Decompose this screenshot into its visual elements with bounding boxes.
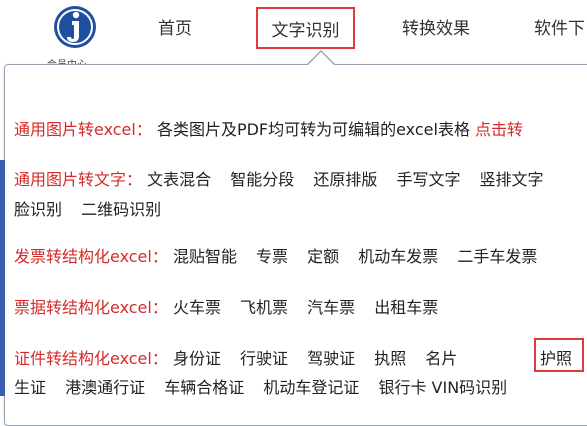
menu-row-certificate-cont: 生证 港澳通行证 车辆合格证 机动车登记证 银行卡 VIN码识别 xyxy=(14,374,521,398)
nav-software-download[interactable]: 软件下 xyxy=(534,14,585,39)
menu-link[interactable]: 二维码识别 xyxy=(81,200,161,219)
menu-link[interactable]: 还原排版 xyxy=(313,170,377,189)
menu-link[interactable]: 生证 xyxy=(14,378,46,397)
nav-conversion-results[interactable]: 转换效果 xyxy=(402,14,470,39)
menu-link[interactable]: 定额 xyxy=(307,247,339,266)
menu-link[interactable]: 身份证 xyxy=(173,349,221,368)
top-navigation-bar: 会员中心 首页 文字识别 转换效果 软件下 xyxy=(0,0,587,71)
menu-row-ticket-to-excel: 票据转结构化excel： 火车票 飞机票 汽车票 出租车票 xyxy=(14,294,452,318)
click-link[interactable]: 点击转 xyxy=(475,120,523,139)
menu-row-image-to-excel: 通用图片转excel： 各类图片及PDF均可转为可编辑的excel表格 点击转 xyxy=(14,116,523,140)
background-strip xyxy=(0,160,5,396)
menu-link[interactable]: 行驶证 xyxy=(240,349,288,368)
row-title[interactable]: 通用图片转excel： xyxy=(14,120,152,139)
row-title[interactable]: 通用图片转文字： xyxy=(14,170,142,189)
menu-link[interactable]: 名片 xyxy=(425,349,457,368)
menu-link[interactable]: 汽车票 xyxy=(307,298,355,317)
menu-row-certificate-to-excel: 证件转结构化excel： 身份证 行驶证 驾驶证 执照 名片 xyxy=(14,345,471,369)
menu-link[interactable]: 混贴智能 xyxy=(173,247,237,266)
nav-ocr-active[interactable]: 文字识别 xyxy=(256,7,355,49)
menu-link[interactable]: 港澳通行证 xyxy=(65,378,145,397)
nav-home[interactable]: 首页 xyxy=(158,14,192,39)
menu-link[interactable]: 银行卡 VIN码识别 xyxy=(378,378,507,397)
menu-link[interactable]: 驾驶证 xyxy=(307,349,355,368)
menu-link[interactable]: 执照 xyxy=(374,349,406,368)
menu-link[interactable]: 专票 xyxy=(256,247,288,266)
menu-link[interactable]: 车辆合格证 xyxy=(164,378,244,397)
nav-ocr-label: 文字识别 xyxy=(271,21,340,41)
menu-link[interactable]: 智能分段 xyxy=(230,170,294,189)
row-title[interactable]: 票据转结构化excel： xyxy=(14,298,168,317)
menu-link[interactable]: 飞机票 xyxy=(240,298,288,317)
menu-link[interactable]: 手写文字 xyxy=(396,170,460,189)
menu-link[interactable]: 出租车票 xyxy=(374,298,438,317)
row-title[interactable]: 发票转结构化excel： xyxy=(14,247,168,266)
menu-row-image-to-text-cont: 脸识别 二维码识别 xyxy=(14,196,175,220)
menu-link[interactable]: 火车票 xyxy=(173,298,221,317)
row-description: 各类图片及PDF均可转为可编辑的excel表格 xyxy=(156,120,470,139)
menu-link[interactable]: 机动车发票 xyxy=(358,247,438,266)
menu-row-image-to-text: 通用图片转文字： 文表混合 智能分段 还原排版 手写文字 竖排文字 xyxy=(14,166,558,190)
menu-link[interactable]: 机动车登记证 xyxy=(263,378,359,397)
row-title[interactable]: 证件转结构化excel： xyxy=(14,349,168,368)
passport-highlight-box xyxy=(534,338,584,372)
menu-row-invoice-to-excel: 发票转结构化excel： 混贴智能 专票 定额 机动车发票 二手车发票 xyxy=(14,243,551,267)
menu-link[interactable]: 二手车发票 xyxy=(457,247,537,266)
menu-link[interactable]: 文表混合 xyxy=(147,170,211,189)
menu-link[interactable]: 脸识别 xyxy=(14,200,62,219)
menu-link[interactable]: 竖排文字 xyxy=(480,170,544,189)
logo-icon[interactable] xyxy=(52,4,98,50)
